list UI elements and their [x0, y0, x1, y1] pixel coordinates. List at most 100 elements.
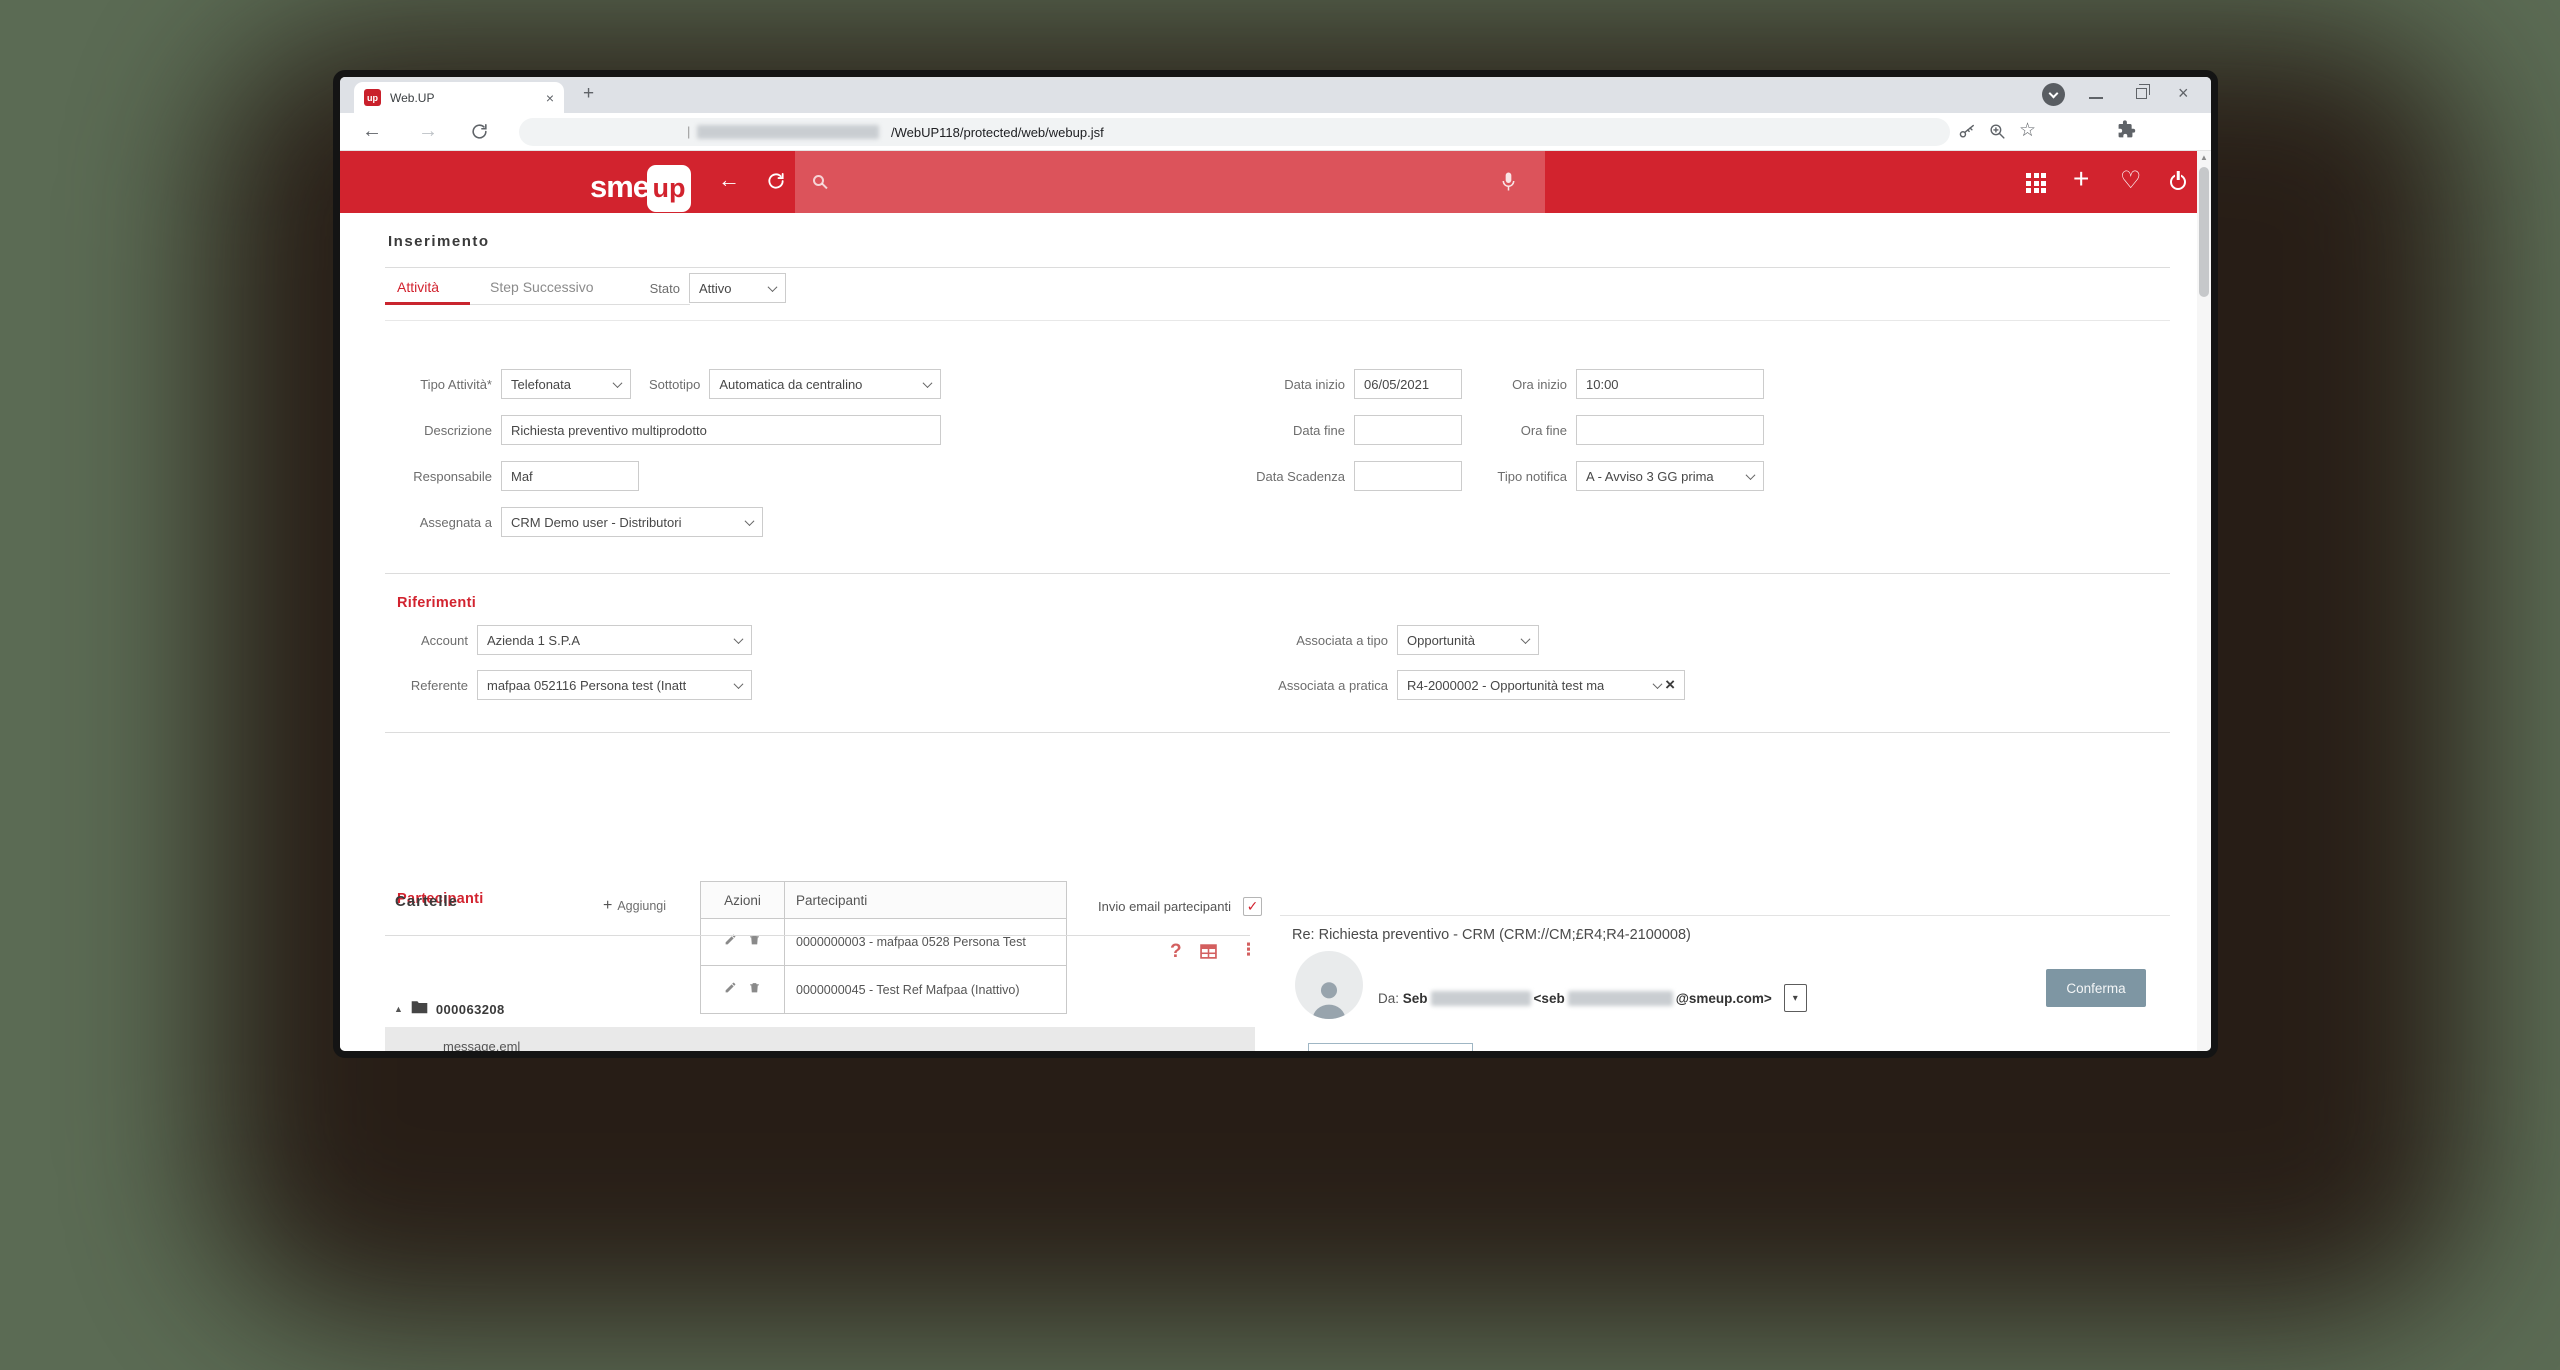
plus-icon: + [603, 897, 612, 915]
ora-inizio-input[interactable]: 10:00 [1576, 369, 1764, 399]
data-scadenza-input[interactable] [1354, 461, 1462, 491]
sender-dropdown-button[interactable]: ▾ [1784, 984, 1807, 1012]
microphone-icon[interactable] [1500, 170, 1517, 199]
file-name: message.eml [443, 1039, 520, 1054]
more-options-icon[interactable]: ⋮ [1240, 940, 1257, 960]
responsabile-field: Responsabile Maf [380, 461, 639, 491]
favorites-heart-icon[interactable]: ♡ [2120, 166, 2142, 195]
folder-name: 000063208 [436, 1002, 505, 1017]
associata-tipo-field: Associata a tipo Opportunità [1210, 625, 1539, 655]
stato-select[interactable]: Attivo [689, 273, 786, 303]
ora-fine-input[interactable] [1576, 415, 1764, 445]
webup-favicon: up [364, 89, 381, 106]
account-field: Account Azienda 1 S.P.A [380, 625, 752, 655]
logo-text-up: up [647, 165, 691, 212]
conferma-button[interactable]: Conferma [2046, 969, 2146, 1007]
col-azioni: Azioni [701, 882, 785, 918]
url-path: /WebUP118/protected/web/webup.jsf [891, 125, 1104, 140]
email-subject: Re: Richiesta preventivo - CRM (CRM://CM… [1292, 927, 1691, 943]
new-tab-button[interactable]: + [583, 83, 594, 105]
edit-pencil-icon[interactable] [724, 981, 737, 999]
tipo-attivita-select[interactable]: Telefonata [501, 369, 631, 399]
divider [385, 573, 2170, 574]
browser-toolbar: ← → | /WebUP118/protected/web/webup.jsf … [340, 113, 2211, 151]
delete-trash-icon[interactable] [748, 981, 761, 999]
account-select[interactable]: Azienda 1 S.P.A [477, 625, 752, 655]
minimize-button[interactable] [2089, 97, 2103, 99]
chevron-down-icon [768, 282, 778, 292]
zoom-icon[interactable] [1988, 122, 2007, 146]
clear-icon[interactable]: × [1665, 675, 1675, 695]
app-back-icon[interactable]: ← [718, 167, 740, 193]
tab-close-icon[interactable]: × [546, 90, 554, 106]
apps-grid-icon[interactable] [2026, 173, 2046, 193]
invio-email-checkbox[interactable]: ✓ [1243, 897, 1262, 916]
active-tab-underline [385, 302, 470, 305]
responsabile-input[interactable]: Maf [501, 461, 639, 491]
browser-update-icon[interactable] [2042, 83, 2065, 106]
app-search-bar[interactable] [795, 151, 1545, 213]
window-close-button[interactable]: × [2178, 83, 2189, 104]
sottotipo-select[interactable]: Automatica da centralino [709, 369, 941, 399]
stato-label: Stato [580, 281, 680, 296]
app-refresh-icon[interactable] [766, 171, 786, 196]
collapse-triangle-icon[interactable]: ▲ [394, 1004, 403, 1014]
back-icon[interactable]: ← [362, 120, 382, 143]
folder-tree-node[interactable]: ▲ 000063208 [394, 999, 505, 1019]
data-fine-input[interactable] [1354, 415, 1462, 445]
associata-tipo-select[interactable]: Opportunità [1397, 625, 1539, 655]
referente-field: Referente mafpaa 052116 Persona test (In… [380, 670, 752, 700]
email-from-line: Da: Seb <seb @smeup.com> ▾ [1378, 983, 1807, 1013]
divider [385, 732, 2170, 733]
data-inizio-input[interactable]: 06/05/2021 [1354, 369, 1462, 399]
associata-pratica-select[interactable]: R4-2000002 - Opportunità test ma × [1397, 670, 1685, 700]
stato-field: Stato Attivo [580, 273, 786, 303]
main-content: Inserimento Attività Step Successivo Sta… [340, 213, 2197, 1051]
forward-icon[interactable]: → [418, 120, 438, 143]
assegnata-a-select[interactable]: CRM Demo user - Distributori [501, 507, 763, 537]
restore-button[interactable] [2136, 88, 2147, 99]
table-header-row: Azioni Partecipanti [701, 882, 1066, 919]
redacted-host [697, 125, 879, 139]
browser-tab[interactable]: up Web.UP × [354, 82, 564, 113]
browser-window: up Web.UP × + × ← → | /WebUP118/protecte… [333, 70, 2218, 1058]
associata-pratica-field: Associata a pratica R4-2000002 - Opportu… [1210, 670, 1685, 700]
add-icon[interactable]: + [2073, 163, 2089, 195]
bookmark-star-icon[interactable]: ☆ [2019, 119, 2036, 142]
redacted-sender-address [1568, 991, 1673, 1006]
help-icon[interactable]: ? [1170, 941, 1182, 963]
sender-avatar [1295, 951, 1363, 1019]
referente-select[interactable]: mafpaa 052116 Persona test (Inatt [477, 670, 752, 700]
tab-step-successivo[interactable]: Step Successivo [490, 279, 594, 295]
aggiungi-button[interactable]: + Aggiungi [603, 897, 666, 915]
attachment-box-partial [1308, 1043, 1473, 1058]
reload-icon[interactable] [470, 122, 489, 146]
tab-attivita[interactable]: Attività [397, 279, 439, 295]
tipo-attivita-field: Tipo Attività* Telefonata Sottotipo Auto… [380, 369, 941, 399]
assegnata-a-field: Assegnata a CRM Demo user - Distributori [380, 507, 763, 537]
matrix-view-icon[interactable] [1200, 944, 1217, 964]
sender-addr-prefix: <seb [1534, 991, 1565, 1006]
page-scrollbar[interactable]: ▲ [2197, 151, 2211, 1051]
chevron-down-icon [1653, 679, 1663, 689]
search-icon [813, 175, 824, 186]
descrizione-field: Descrizione Richiesta preventivo multipr… [380, 415, 941, 445]
chevron-down-icon [923, 378, 933, 388]
key-icon[interactable] [1957, 122, 1976, 146]
logout-power-icon[interactable] [2170, 174, 2186, 190]
divider [385, 267, 2170, 268]
chevron-down-icon [1521, 634, 1531, 644]
puzzle-extensions-icon[interactable] [2117, 120, 2136, 144]
table-row: 0000000045 - Test Ref Mafpaa (Inattivo) [701, 966, 1066, 1013]
logo-text-sme: sme [590, 169, 649, 205]
address-bar[interactable]: | /WebUP118/protected/web/webup.jsf [519, 118, 1950, 146]
selected-file-row[interactable]: message.eml [385, 1027, 1255, 1058]
scroll-up-icon[interactable]: ▲ [2200, 153, 2208, 162]
scrollbar-thumb[interactable] [2199, 167, 2209, 297]
sender-name-visible: Seb [1403, 991, 1428, 1006]
partecipanti-table: Azioni Partecipanti 0000000003 - mafpaa … [700, 881, 1067, 1014]
data-inizio-field: Data inizio 06/05/2021 Ora inizio 10:00 [1210, 369, 1764, 399]
tipo-notifica-select[interactable]: A - Avviso 3 GG prima [1576, 461, 1764, 491]
descrizione-input[interactable]: Richiesta preventivo multiprodotto [501, 415, 941, 445]
divider [385, 320, 2170, 321]
